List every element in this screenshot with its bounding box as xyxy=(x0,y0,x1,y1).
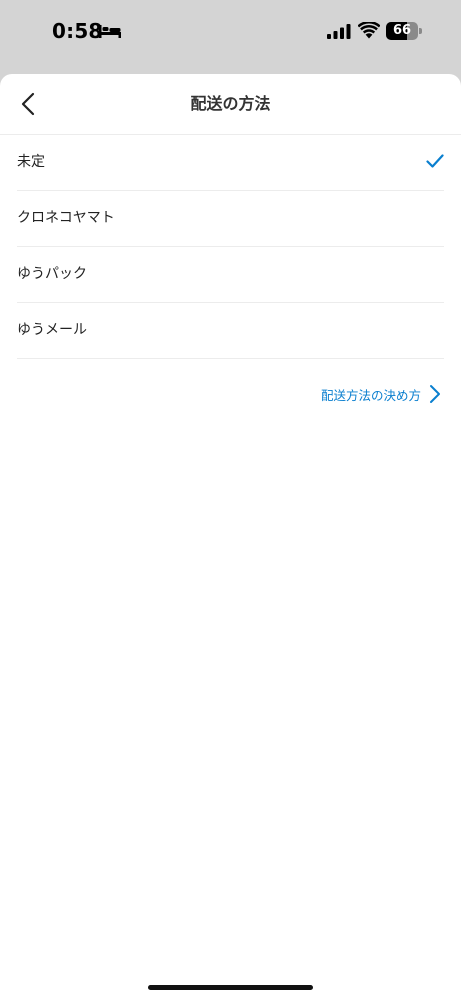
battery-tip xyxy=(419,28,422,34)
shipping-option-yu-pack[interactable]: ゆうパック xyxy=(17,247,444,303)
chevron-right-icon xyxy=(430,385,440,403)
back-button[interactable] xyxy=(10,86,46,122)
option-label: クロネコヤマト xyxy=(17,210,115,226)
option-label: ゆうメール xyxy=(17,322,87,338)
shipping-method-sheet: 配送の方法 未定 クロネコヤマト ゆうパック ゆうメール 配送方法の決め方 xyxy=(0,74,461,999)
chevron-left-icon xyxy=(21,92,35,116)
shipping-option-undecided[interactable]: 未定 xyxy=(17,135,444,191)
nav-header: 配送の方法 xyxy=(0,74,461,135)
bed-icon xyxy=(99,25,121,38)
check-icon xyxy=(426,154,444,168)
help-link-label: 配送方法の決め方 xyxy=(320,387,421,403)
signal-icon xyxy=(327,24,351,39)
shipping-option-yu-mail[interactable]: ゆうメール xyxy=(17,303,444,359)
option-label: 未定 xyxy=(17,154,45,170)
page-title: 配送の方法 xyxy=(190,94,271,113)
home-indicator[interactable] xyxy=(148,985,313,990)
wifi-icon xyxy=(358,22,380,39)
status-time: 0:58 xyxy=(52,19,103,43)
option-label: ゆうパック xyxy=(17,266,87,282)
battery-icon: 66 xyxy=(386,22,422,40)
shipping-option-kuroneko-yamato[interactable]: クロネコヤマト xyxy=(17,191,444,247)
shipping-option-list: 未定 クロネコヤマト ゆうパック ゆうメール xyxy=(0,135,461,359)
battery-level: 66 xyxy=(392,23,412,38)
status-bar: 0:58 66 xyxy=(0,0,461,74)
shipping-method-guide-link[interactable]: 配送方法の決め方 xyxy=(321,382,441,406)
battery-body: 66 xyxy=(386,22,418,40)
